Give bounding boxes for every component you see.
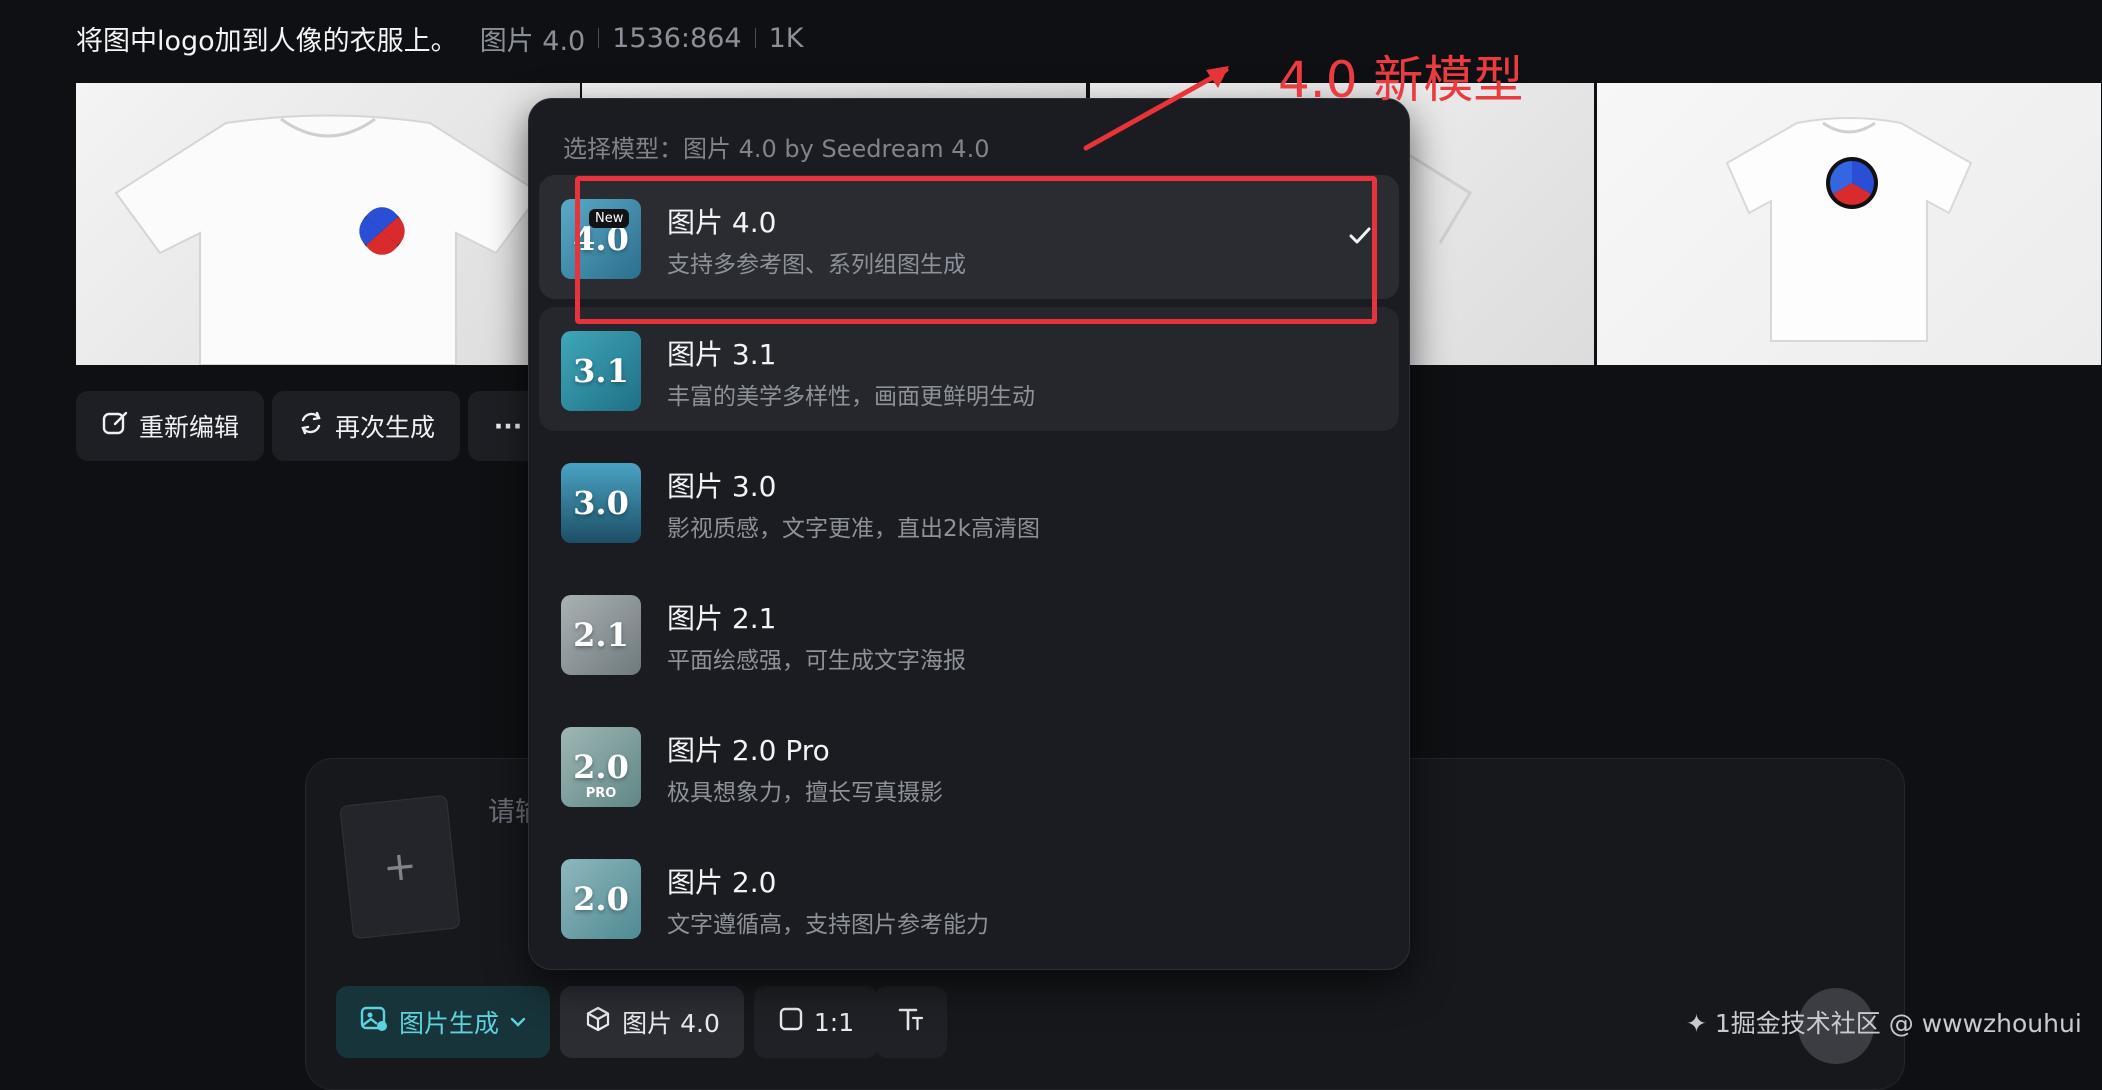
regenerate-button[interactable]: 再次生成 <box>272 391 460 461</box>
cube-icon <box>584 1005 612 1039</box>
annotation-label: 4.0 新模型 <box>1278 51 1524 109</box>
divider <box>754 28 756 48</box>
plus-icon: + <box>380 842 420 892</box>
model-thumbnail: 2.0 <box>561 859 641 939</box>
edit-icon <box>101 409 129 443</box>
thumbnail-version: 2.1 <box>573 616 629 654</box>
new-badge: New <box>589 209 630 228</box>
result-image-1[interactable] <box>76 83 580 365</box>
ratio-select[interactable]: 1:1 <box>754 986 878 1058</box>
model-desc: 平面绘感强，可生成文字海报 <box>667 648 966 674</box>
divider <box>598 28 600 48</box>
model-thumbnail: 3.1 <box>561 331 641 411</box>
mode-label: 图片生成 <box>398 1009 499 1038</box>
more-icon: ··· <box>493 411 523 441</box>
model-thumbnail: 2.0 PRO <box>561 727 641 807</box>
model-option-2-1[interactable]: 2.1 图片 2.1 平面绘感强，可生成文字海报 <box>539 571 1399 695</box>
mode-select[interactable]: 图片生成 <box>336 986 550 1058</box>
model-tag: 图片 4.0 <box>479 25 586 57</box>
generation-info: 将图中logo加到人像的衣服上。 图片 4.0 1536:864 1K <box>76 18 803 58</box>
thumbnail-version: 3.1 <box>573 352 629 390</box>
model-desc: 丰富的美学多样性，画面更鲜明生动 <box>667 384 1035 410</box>
model-label: 图片 4.0 <box>622 1009 720 1038</box>
thumbnail-version: 3.0 <box>573 484 629 522</box>
model-name: 图片 3.0 <box>667 470 777 503</box>
resolution-tag: 1536:864 <box>612 22 742 54</box>
regenerate-label: 再次生成 <box>334 413 435 442</box>
model-desc: 影视质感，文字更准，直出2k高清图 <box>667 516 1040 542</box>
reedit-button[interactable]: 重新编辑 <box>76 391 264 461</box>
ratio-label: 1:1 <box>813 1007 855 1037</box>
dropdown-title: 选择模型：图片 4.0 by Seedream 4.0 <box>563 135 990 163</box>
model-name: 图片 2.1 <box>667 602 777 635</box>
model-name: 图片 2.0 Pro <box>667 734 830 767</box>
watermark: ✦ 1掘金技术社区 @ wwwzhouhui <box>1686 1009 2082 1038</box>
tshirt-graphic <box>114 114 542 365</box>
model-thumbnail: 2.1 <box>561 595 641 675</box>
model-desc: 极具想象力，擅长写真摄影 <box>667 780 943 806</box>
square-icon <box>778 1006 804 1038</box>
refresh-icon <box>297 409 325 443</box>
result-image-4[interactable] <box>1597 83 2101 365</box>
prompt-text: 将图中logo加到人像的衣服上。 <box>76 25 458 57</box>
image-gen-icon <box>359 1004 389 1040</box>
tshirt-graphic <box>1725 117 1973 342</box>
text-style-icon <box>896 1004 926 1040</box>
reedit-label: 重新编辑 <box>138 413 239 442</box>
model-name: 图片 3.1 <box>667 338 777 371</box>
chevron-down-icon <box>509 1008 527 1037</box>
model-desc: 文字遵循高，支持图片参考能力 <box>667 912 989 938</box>
reference-upload[interactable]: + <box>339 794 461 940</box>
highlight-box <box>575 176 1377 324</box>
text-option-button[interactable] <box>875 986 947 1058</box>
model-option-2-0-pro[interactable]: 2.0 PRO 图片 2.0 Pro 极具想象力，擅长写真摄影 <box>539 703 1399 827</box>
thumbnail-version: 2.0 <box>573 880 629 918</box>
model-thumbnail: 3.0 <box>561 463 641 543</box>
model-option-3-0[interactable]: 3.0 图片 3.0 影视质感，文字更准，直出2k高清图 <box>539 439 1399 563</box>
model-option-3-1[interactable]: 3.1 图片 3.1 丰富的美学多样性，画面更鲜明生动 <box>539 307 1399 431</box>
pro-badge: PRO <box>585 786 617 801</box>
model-select[interactable]: 图片 4.0 <box>560 986 744 1058</box>
model-name: 图片 2.0 <box>667 866 777 899</box>
model-option-2-0[interactable]: 2.0 图片 2.0 文字遵循高，支持图片参考能力 <box>539 835 1399 959</box>
quality-tag: 1K <box>768 22 804 54</box>
thumbnail-version: 2.0 <box>573 748 629 786</box>
